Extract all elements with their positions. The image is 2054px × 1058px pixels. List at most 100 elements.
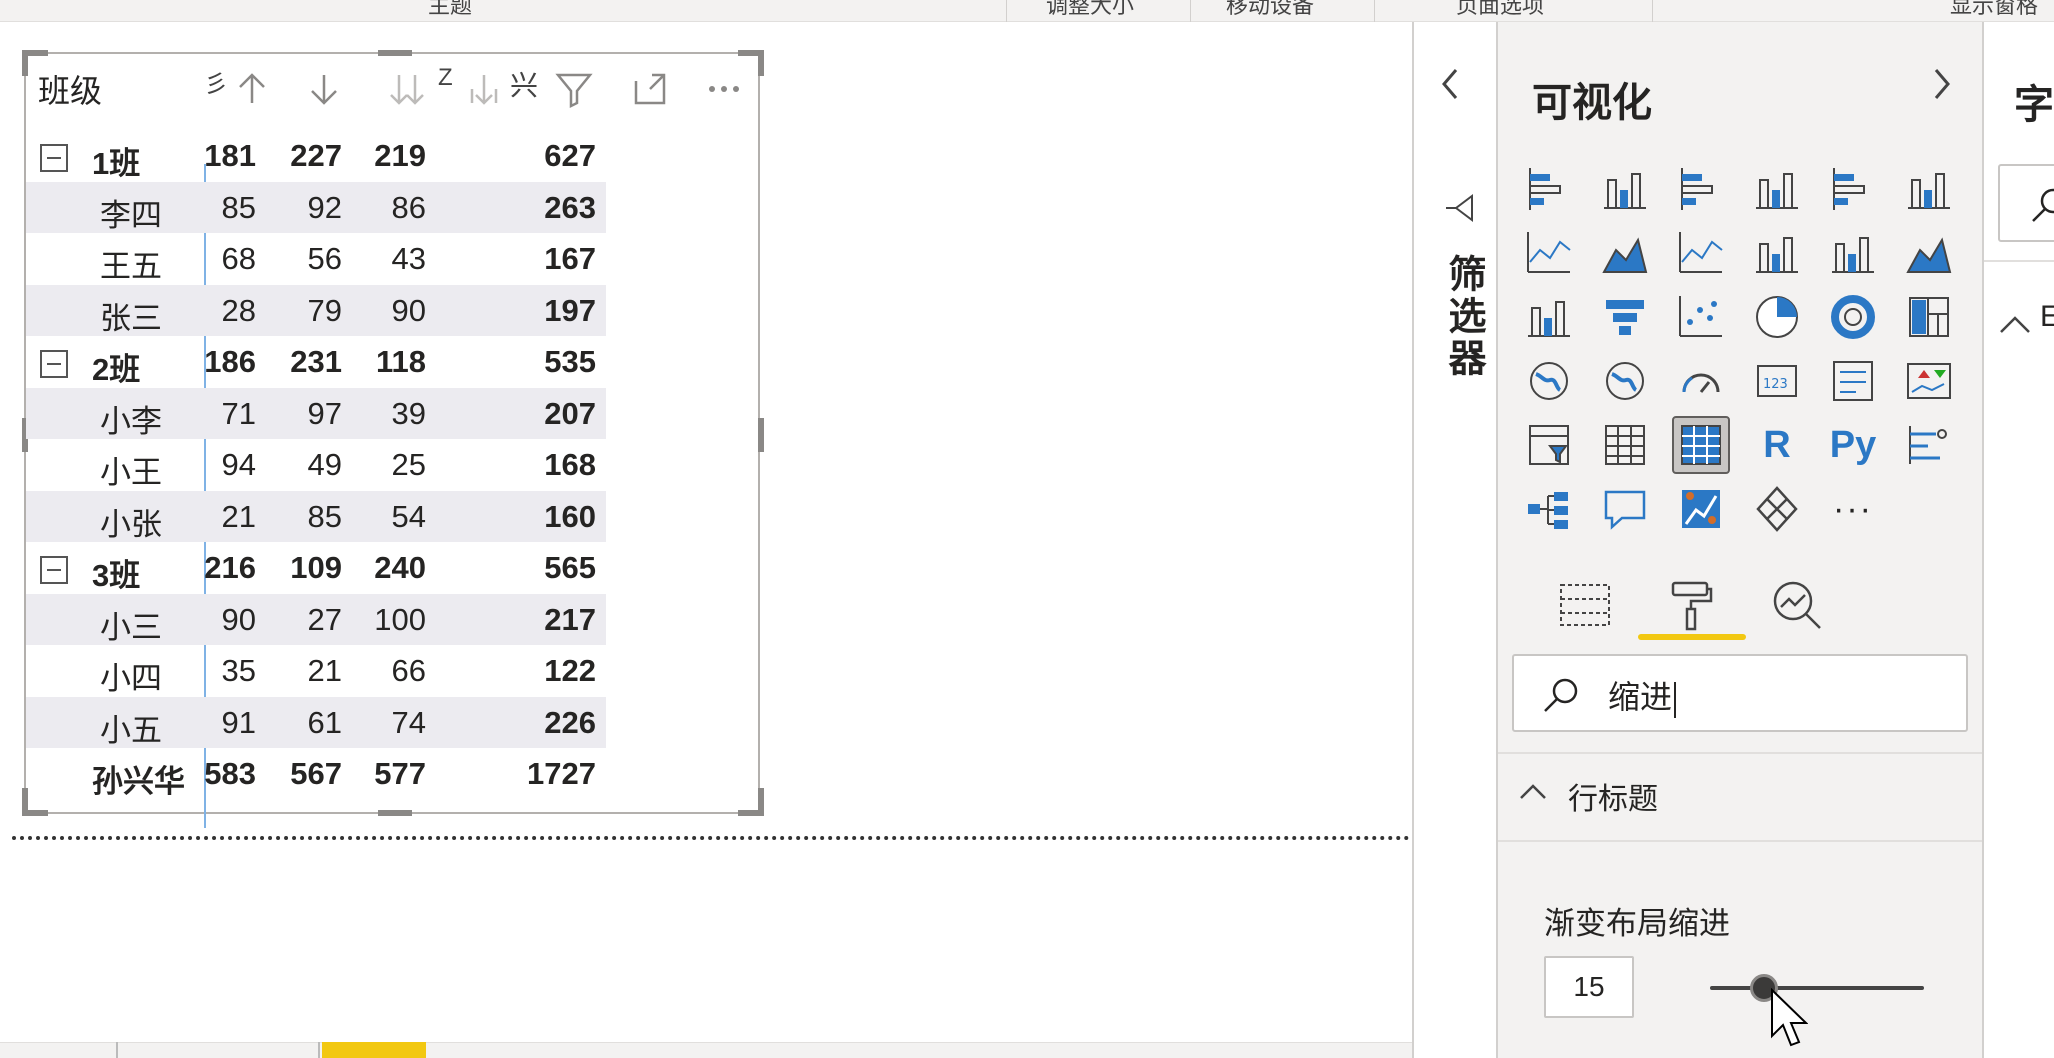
search-icon xyxy=(1540,674,1582,716)
fields-tab-icon[interactable] xyxy=(1550,570,1620,640)
kpi-icon[interactable] xyxy=(1900,352,1958,410)
row-total-cell: 122 xyxy=(544,653,596,688)
clustered-bar-chart-icon[interactable] xyxy=(1672,160,1730,218)
table-icon[interactable] xyxy=(1596,416,1654,474)
more-options-icon[interactable] xyxy=(700,62,748,116)
ribbon-chart-icon[interactable] xyxy=(1900,224,1958,282)
matrix-row[interactable]: 张三 28 79 90 197 xyxy=(26,284,606,336)
indent-value-input[interactable]: 15 xyxy=(1544,956,1634,1018)
value-cell: 91 xyxy=(221,704,256,740)
python-visual-label: Py xyxy=(1829,423,1877,466)
matrix-row[interactable]: 小四 35 21 66 122 xyxy=(26,645,606,697)
matrix-group-row[interactable]: 1班 181 227 219 627 xyxy=(26,130,606,182)
matrix-row[interactable]: 小张 21 85 54 160 xyxy=(26,490,606,542)
section-title: 行标题 xyxy=(1568,783,1658,816)
matrix-total-row[interactable]: 孙兴华 583 567 577 1727 xyxy=(26,748,606,800)
ribbon-item-theme[interactable]: 主题 xyxy=(428,0,472,20)
line-stacked-column-chart-icon[interactable] xyxy=(1824,224,1882,282)
r-visual-icon[interactable]: R xyxy=(1748,416,1806,474)
100-stacked-bar-chart-icon[interactable] xyxy=(1824,160,1882,218)
funnel-chart-icon[interactable] xyxy=(1596,288,1654,346)
collapse-chevron-up-icon[interactable] xyxy=(1998,314,2032,336)
expand-all-down-icon[interactable] xyxy=(460,62,508,116)
treemap-icon[interactable] xyxy=(1900,288,1958,346)
stacked-column-chart-icon[interactable] xyxy=(1596,160,1654,218)
table-name-fragment: E xyxy=(2040,300,2054,333)
scatter-chart-icon[interactable] xyxy=(1672,288,1730,346)
value-cell: 118 xyxy=(375,344,426,379)
qa-icon[interactable] xyxy=(1596,480,1654,538)
matrix-group-row[interactable]: 2班 186 231 118 535 xyxy=(26,336,606,388)
gauge-icon[interactable] xyxy=(1672,352,1730,410)
value-cell: 27 xyxy=(307,601,342,637)
matrix-row[interactable]: 王五 68 56 43 167 xyxy=(26,233,606,285)
matrix-row[interactable]: 李四 85 92 86 263 xyxy=(26,181,606,233)
value-cell: 39 xyxy=(391,395,426,431)
filter-icon[interactable] xyxy=(550,62,598,116)
resize-handle[interactable] xyxy=(758,418,764,452)
collapse-visualizations-chevron-icon[interactable] xyxy=(1930,64,1954,114)
page-boundary-line xyxy=(12,836,1410,840)
page-tab-active[interactable] xyxy=(322,1042,426,1058)
value-cell: 216 xyxy=(204,550,256,585)
focus-mode-icon[interactable] xyxy=(626,62,674,116)
format-paint-roller-icon[interactable] xyxy=(1656,570,1726,640)
matrix-visual[interactable]: 班级 彡 Z 兴 1班 181 227 219 627 李四 85 92 86 … xyxy=(22,50,764,828)
matrix-row[interactable]: 小王 94 49 25 168 xyxy=(26,439,606,491)
matrix-row[interactable]: 小李 71 97 39 207 xyxy=(26,387,606,439)
smart-narrative-icon[interactable] xyxy=(1672,480,1730,538)
filters-funnel-icon[interactable] xyxy=(1442,190,1478,226)
card-icon[interactable]: 123 xyxy=(1748,352,1806,410)
value-cell: 68 xyxy=(221,241,256,276)
filters-pane-label[interactable]: 筛选器 xyxy=(1436,254,1491,380)
row-total-cell: 168 xyxy=(544,447,596,482)
ribbon-item-mobile[interactable]: 移动设备 xyxy=(1226,0,1314,20)
report-canvas[interactable]: 班级 彡 Z 兴 1班 181 227 219 627 李四 85 92 86 … xyxy=(0,22,1412,1042)
row-total-cell: 1727 xyxy=(527,756,596,791)
python-visual-icon[interactable]: Py xyxy=(1824,416,1882,474)
line-chart-icon[interactable] xyxy=(1520,224,1578,282)
collapse-minus-icon[interactable] xyxy=(40,556,68,584)
collapse-minus-icon[interactable] xyxy=(40,144,68,172)
resize-handle[interactable] xyxy=(758,788,764,814)
stacked-area-chart-icon[interactable] xyxy=(1672,224,1730,282)
expand-next-level-icon[interactable] xyxy=(382,62,430,116)
ribbon-item-show-panes[interactable]: 显示窗格 xyxy=(1950,0,2038,20)
indent-slider-track[interactable] xyxy=(1710,986,1924,990)
ribbon-item-resize[interactable]: 调整大小 xyxy=(1046,0,1134,20)
line-clustered-column-chart-icon[interactable] xyxy=(1748,224,1806,282)
drill-up-icon[interactable] xyxy=(228,62,276,116)
page-tabs-bar xyxy=(0,1042,1412,1058)
clustered-column-chart-icon[interactable] xyxy=(1748,160,1806,218)
matrix-row[interactable]: 小五 91 61 74 226 xyxy=(26,696,606,748)
decomposition-tree-icon[interactable] xyxy=(1520,480,1578,538)
stacked-bar-chart-icon[interactable] xyxy=(1520,160,1578,218)
waterfall-chart-icon[interactable] xyxy=(1520,288,1578,346)
map-icon[interactable] xyxy=(1520,352,1578,410)
analytics-magnifier-icon[interactable] xyxy=(1762,570,1832,640)
filled-map-icon[interactable] xyxy=(1596,352,1654,410)
pie-chart-icon[interactable] xyxy=(1748,288,1806,346)
value-cell: 219 xyxy=(374,138,426,173)
matrix-row[interactable]: 小三 90 27 100 217 xyxy=(26,593,606,645)
value-cell: 49 xyxy=(307,447,342,482)
donut-chart-icon[interactable] xyxy=(1824,288,1882,346)
resize-handle[interactable] xyxy=(22,810,48,816)
format-search-input[interactable]: 缩进 xyxy=(1512,654,1968,732)
more-visuals-icon[interactable]: ··· xyxy=(1824,480,1882,538)
fields-search-input[interactable] xyxy=(1998,164,2054,242)
matrix-icon[interactable] xyxy=(1672,416,1730,474)
power-apps-icon[interactable] xyxy=(1748,480,1806,538)
slicer-icon[interactable] xyxy=(1520,416,1578,474)
value-cell: 85 xyxy=(307,498,342,534)
multi-row-card-icon[interactable] xyxy=(1824,352,1882,410)
expand-filters-chevron-icon[interactable] xyxy=(1438,64,1462,114)
area-chart-icon[interactable] xyxy=(1596,224,1654,282)
drill-down-icon[interactable] xyxy=(300,62,348,116)
collapse-minus-icon[interactable] xyxy=(40,350,68,378)
matrix-group-row[interactable]: 3班 216 109 240 565 xyxy=(26,542,606,594)
ribbon-item-page-options[interactable]: 页面选项 xyxy=(1456,0,1544,20)
resize-handle[interactable] xyxy=(378,810,412,816)
key-influencers-icon[interactable] xyxy=(1900,416,1958,474)
100-stacked-column-chart-icon[interactable] xyxy=(1900,160,1958,218)
